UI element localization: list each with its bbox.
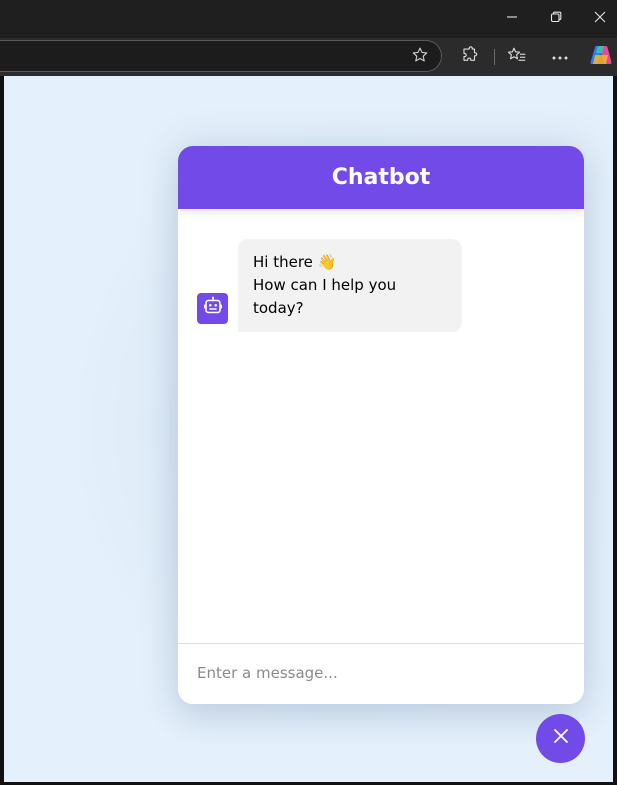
chatbot-title: Chatbot (331, 165, 431, 190)
favorites-button[interactable] (504, 44, 530, 70)
copilot-button[interactable] (588, 44, 614, 70)
favorites-list-icon (507, 46, 527, 69)
close-window-button[interactable] (577, 0, 617, 38)
window-border-right (613, 76, 617, 785)
minimize-icon (506, 10, 518, 28)
close-icon (553, 728, 569, 749)
window-border-left (0, 76, 4, 785)
bot-avatar (197, 293, 228, 324)
browser-window: Chatbot Hi there 👋 How can I help you to… (0, 0, 617, 785)
page-viewport: Chatbot Hi there 👋 How can I help you to… (4, 76, 613, 782)
chat-input-area (178, 643, 584, 704)
title-bar (0, 0, 617, 38)
settings-more-button[interactable] (547, 44, 573, 70)
chatbot-header: Chatbot (178, 146, 584, 209)
message-line: How can I help you today? (253, 276, 397, 317)
message-input[interactable] (197, 659, 557, 689)
extensions-button[interactable] (457, 44, 483, 70)
ellipsis-icon (551, 48, 569, 66)
minimize-button[interactable] (489, 0, 534, 38)
robot-icon (203, 296, 223, 321)
copilot-icon (589, 44, 613, 71)
chatbox: Hi there 👋 How can I help you today? (178, 209, 584, 643)
toolbar-divider (494, 49, 495, 65)
chatbot-toggle-button[interactable] (536, 714, 585, 763)
chatbot-window: Chatbot Hi there 👋 How can I help you to… (178, 146, 584, 704)
message-line: Hi there 👋 (253, 253, 337, 271)
restore-icon (550, 10, 562, 28)
message-bubble: Hi there 👋 How can I help you today? (238, 239, 462, 332)
address-bar[interactable] (0, 40, 442, 72)
puzzle-icon (461, 45, 479, 69)
incoming-message: Hi there 👋 How can I help you today? (197, 239, 462, 332)
close-icon (594, 10, 606, 28)
restore-button[interactable] (533, 0, 578, 38)
favorite-button[interactable] (409, 46, 431, 68)
star-icon (411, 46, 429, 69)
browser-toolbar (0, 38, 617, 76)
